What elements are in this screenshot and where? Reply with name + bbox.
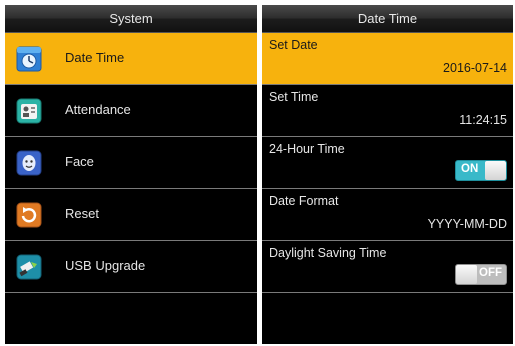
menu-item-label: Reset bbox=[65, 206, 99, 221]
set-time-label: Set Time bbox=[269, 90, 319, 104]
system-menu-panel: System Date Time Attendance Face Reset U… bbox=[5, 5, 257, 344]
set-time-value: 11:24:15 bbox=[459, 113, 507, 127]
menu-item-label: Date Time bbox=[65, 50, 125, 65]
hour24-toggle[interactable]: ON bbox=[455, 160, 507, 181]
set-time-row[interactable]: Set Time 11:24:15 bbox=[262, 85, 513, 137]
face-icon bbox=[16, 150, 42, 176]
toggle-off-label: OFF bbox=[479, 267, 502, 279]
menu-item-face[interactable]: Face bbox=[5, 137, 257, 189]
menu-item-label: Face bbox=[65, 154, 94, 169]
date-time-title: Date Time bbox=[262, 5, 513, 33]
toggle-on-label: ON bbox=[461, 163, 479, 175]
set-date-row[interactable]: Set Date 2016-07-14 bbox=[262, 33, 513, 85]
menu-item-label: Attendance bbox=[65, 102, 131, 117]
set-date-label: Set Date bbox=[269, 38, 318, 52]
usb-upgrade-icon bbox=[16, 254, 42, 280]
hour24-row[interactable]: 24-Hour Time ON bbox=[262, 137, 513, 189]
menu-item-usb-upgrade[interactable]: USB Upgrade bbox=[5, 241, 257, 293]
date-time-panel: Date Time Set Date 2016-07-14 Set Time 1… bbox=[262, 5, 513, 344]
hour24-label: 24-Hour Time bbox=[269, 142, 345, 156]
date-format-value: YYYY-MM-DD bbox=[427, 217, 507, 231]
dst-row[interactable]: Daylight Saving Time OFF bbox=[262, 241, 513, 293]
dst-label: Daylight Saving Time bbox=[269, 246, 387, 260]
date-format-label: Date Format bbox=[269, 194, 339, 208]
menu-item-attendance[interactable]: Attendance bbox=[5, 85, 257, 137]
system-title: System bbox=[5, 5, 257, 33]
toggle-knob bbox=[485, 161, 506, 180]
menu-item-label: USB Upgrade bbox=[65, 258, 146, 273]
menu-item-reset[interactable]: Reset bbox=[5, 189, 257, 241]
reset-icon bbox=[16, 202, 42, 228]
attendance-icon bbox=[16, 98, 42, 124]
menu-item-date-time[interactable]: Date Time bbox=[5, 33, 257, 85]
toggle-knob bbox=[456, 265, 477, 284]
clock-calendar-icon bbox=[16, 46, 42, 72]
date-format-row[interactable]: Date Format YYYY-MM-DD bbox=[262, 189, 513, 241]
set-date-value: 2016-07-14 bbox=[443, 61, 507, 75]
dst-toggle[interactable]: OFF bbox=[455, 264, 507, 285]
